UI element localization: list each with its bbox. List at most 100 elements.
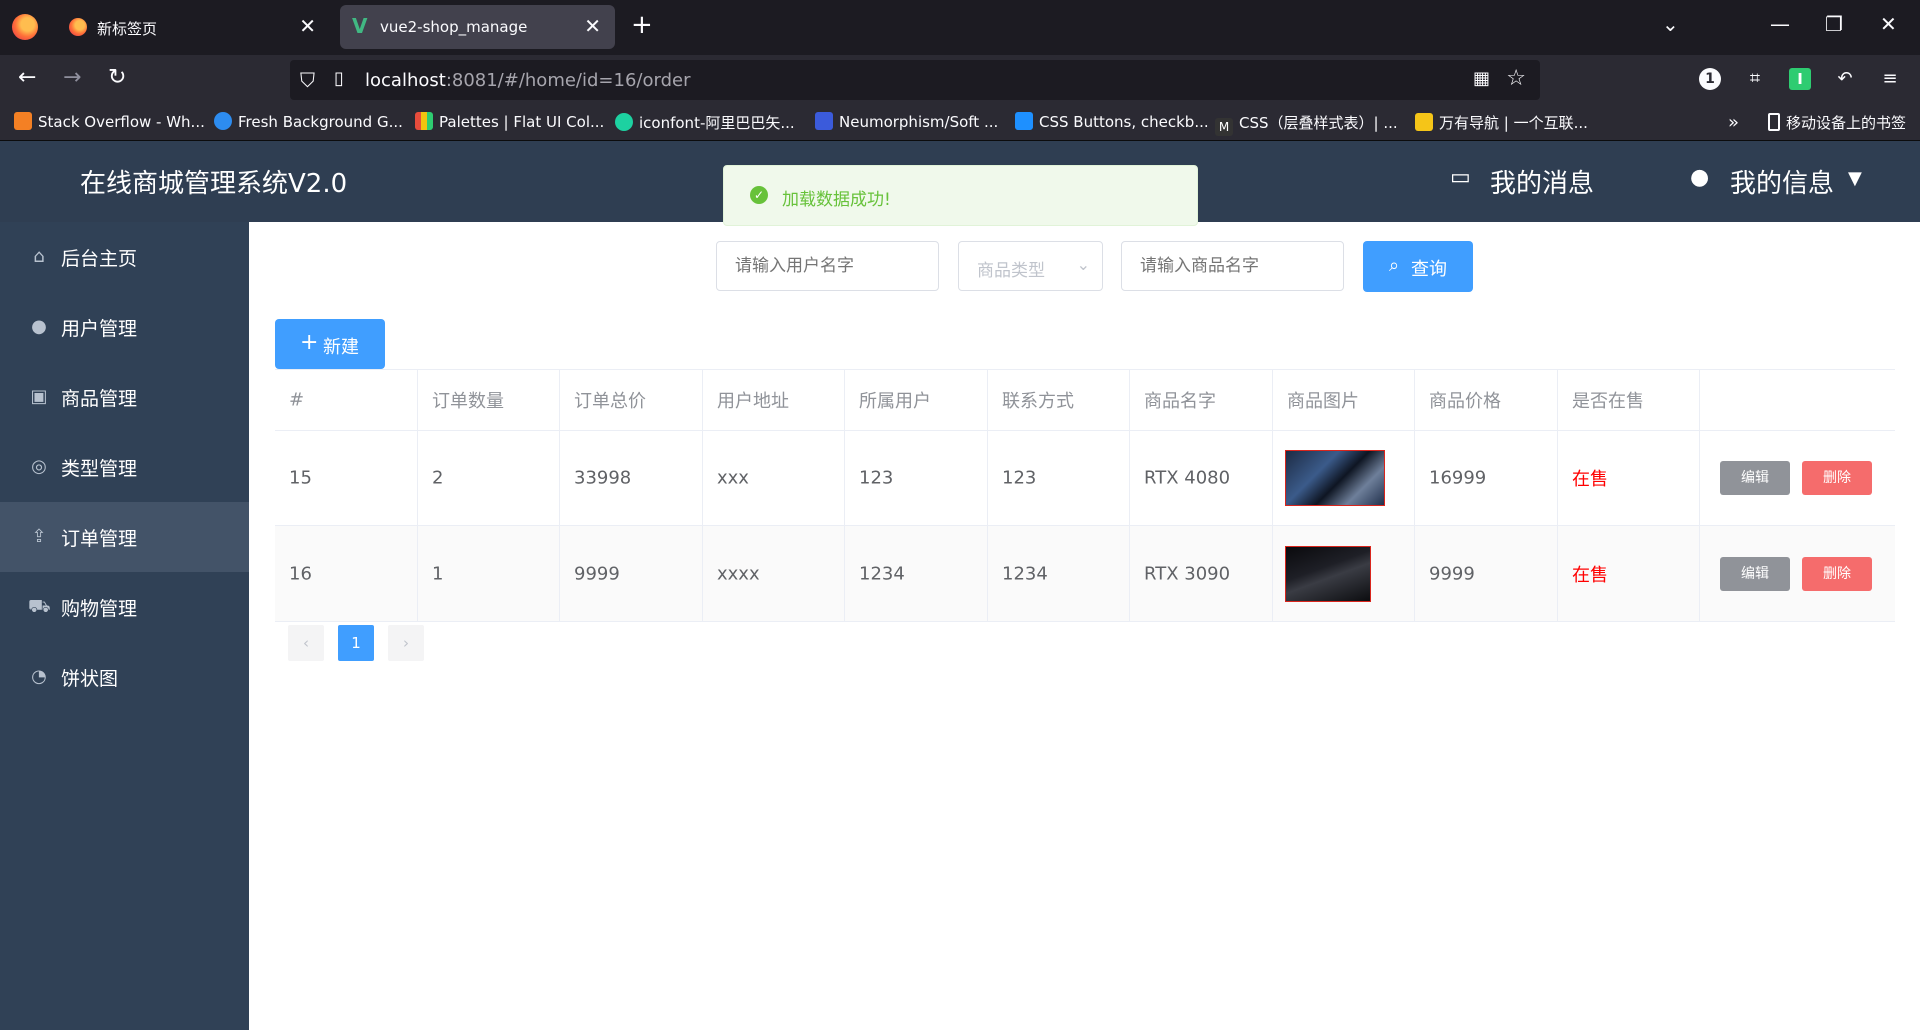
- tab-close-icon[interactable]: ✕: [584, 14, 601, 38]
- main-content: [249, 222, 1920, 1030]
- new-tab-button[interactable]: +: [631, 10, 653, 40]
- cell-text: xxxx: [717, 563, 760, 584]
- header-cell: 商品图片: [1273, 370, 1415, 430]
- cart-icon: ⛟: [28, 596, 51, 617]
- cell-name: RTX 3090: [1130, 526, 1273, 621]
- bookmark-label: CSS Buttons, checkb...: [1039, 113, 1209, 131]
- cell-text: 1: [432, 563, 444, 584]
- search-icon: ⌕: [1389, 255, 1400, 275]
- cell-price: 16999: [1415, 431, 1558, 525]
- sidebar-item-home[interactable]: ⌂ 后台主页: [0, 222, 249, 292]
- sidebar-item-orders[interactable]: ⇪ 订单管理: [0, 502, 249, 572]
- shield-icon[interactable]: ⛉: [300, 68, 315, 92]
- bookmark-item[interactable]: 万有导航 | 一个互联...: [1415, 112, 1588, 134]
- user-icon: ●: [31, 316, 47, 337]
- order-table: # 订单数量 订单总价 用户地址 所属用户 联系方式 商品名字 商品图片 商品价…: [275, 369, 1895, 622]
- edit-button[interactable]: 编辑: [1720, 461, 1790, 495]
- cell-address: xxx: [703, 431, 845, 525]
- cell-text: 16999: [1429, 467, 1487, 489]
- back-arrow-icon[interactable]: ←: [18, 65, 36, 90]
- sidebar-item-goods[interactable]: ▣ 商品管理: [0, 362, 249, 432]
- username-search-input[interactable]: [716, 241, 939, 291]
- cell-name: RTX 4080: [1130, 431, 1273, 525]
- browser-tab-newtab[interactable]: 新标签页 ✕: [57, 5, 330, 49]
- product-image: [1285, 450, 1385, 506]
- plus-icon: +: [300, 330, 319, 355]
- firefox-logo-icon[interactable]: [12, 14, 38, 40]
- nav-site-icon: [1415, 113, 1433, 131]
- crop-icon[interactable]: ⌗: [1744, 68, 1766, 90]
- header-cell: 订单数量: [418, 370, 560, 430]
- menu-icon[interactable]: ≡: [1879, 68, 1901, 90]
- header-label: 商品名字: [1144, 391, 1216, 412]
- goods-type-select[interactable]: 商品类型 ⌄: [958, 241, 1103, 291]
- goods-name-search-input[interactable]: [1121, 241, 1344, 291]
- header-label: 商品图片: [1287, 391, 1359, 412]
- prev-page-button[interactable]: ‹: [288, 625, 324, 661]
- sidebar-item-cart[interactable]: ⛟ 购物管理: [0, 572, 249, 642]
- tab-title: vue2-shop_manage: [380, 18, 528, 36]
- url-text[interactable]: localhost:8081/#/home/id=16/order: [365, 70, 690, 91]
- header-label: 商品价格: [1429, 391, 1501, 412]
- bookmark-item[interactable]: Stack Overflow - Wh...: [14, 112, 205, 134]
- cell-text: 16: [289, 563, 312, 584]
- mobile-bookmarks[interactable]: 移动设备上的书签: [1768, 112, 1906, 134]
- my-info-link[interactable]: 我的信息: [1730, 163, 1834, 200]
- browser-tab-active[interactable]: V vue2-shop_manage ✕: [340, 5, 615, 49]
- sidebar-item-users[interactable]: ● 用户管理: [0, 292, 249, 362]
- bookmarks-overflow-icon[interactable]: »: [1728, 112, 1739, 134]
- forward-arrow-icon[interactable]: →: [63, 65, 81, 90]
- undo-icon[interactable]: ↶: [1834, 68, 1856, 90]
- address-bar[interactable]: ⛉ ▯ localhost:8081/#/home/id=16/order ▦ …: [290, 60, 1540, 100]
- edit-button[interactable]: 编辑: [1720, 556, 1790, 591]
- close-window-icon[interactable]: ✕: [1880, 12, 1897, 36]
- bookmark-item[interactable]: Fresh Background G...: [214, 112, 403, 134]
- sidebar: ⌂ 后台主页 ● 用户管理 ▣ 商品管理 ◎ 类型管理 ⇪ 订单管理 ⛟ 购物管…: [0, 222, 249, 1030]
- message-icon[interactable]: ▭: [1450, 165, 1471, 190]
- password-manager-icon[interactable]: 1: [1699, 68, 1721, 90]
- reload-icon[interactable]: ↻: [108, 65, 126, 90]
- css-buttons-icon: [1015, 112, 1033, 130]
- tab-close-icon[interactable]: ✕: [299, 14, 316, 38]
- extension-icon[interactable]: I: [1789, 68, 1811, 90]
- cell-price: 9999: [1415, 526, 1558, 621]
- bookmark-item[interactable]: Neumorphism/Soft ...: [815, 112, 998, 134]
- status-text: 在售: [1572, 469, 1608, 490]
- cell-text: 1234: [1002, 563, 1048, 584]
- my-messages-link[interactable]: 我的消息: [1490, 163, 1594, 200]
- cell-text: 33998: [574, 467, 632, 489]
- cell-id: 16: [275, 526, 418, 621]
- page-number-current[interactable]: 1: [338, 625, 374, 661]
- bookmarks-bar: Stack Overflow - Wh... Fresh Background …: [0, 105, 1920, 141]
- bookmark-item[interactable]: Palettes | Flat UI Col...: [415, 112, 604, 134]
- user-icon[interactable]: ●: [1690, 165, 1709, 190]
- header-cell: 是否在售: [1558, 370, 1700, 430]
- page-icon[interactable]: ▯: [334, 68, 344, 89]
- minimize-icon[interactable]: —: [1770, 12, 1790, 36]
- bookmark-item[interactable]: CSS Buttons, checkb...: [1015, 112, 1209, 134]
- category-icon: ◎: [31, 456, 47, 477]
- bookmark-item[interactable]: M CSS（层叠样式表）| ...: [1215, 112, 1398, 136]
- cell-text: 1234: [859, 563, 905, 584]
- restore-icon[interactable]: ❐: [1825, 12, 1843, 36]
- new-order-button[interactable]: + 新建: [275, 319, 385, 369]
- table-row: 15 2 33998 xxx 123 123 RTX 4080 16999 在售…: [275, 431, 1895, 526]
- qr-code-icon[interactable]: ▦: [1473, 68, 1490, 89]
- delete-button[interactable]: 删除: [1802, 461, 1872, 495]
- cell-image: [1273, 431, 1415, 525]
- cell-user: 123: [845, 431, 988, 525]
- sidebar-item-pie-chart[interactable]: ◔ 饼状图: [0, 642, 249, 712]
- bookmark-item[interactable]: iconfont-阿里巴巴矢...: [615, 112, 795, 134]
- product-image: [1285, 545, 1371, 602]
- firefox-tab-icon: [69, 18, 87, 36]
- bookmark-star-icon[interactable]: ☆: [1506, 66, 1526, 91]
- next-page-button[interactable]: ›: [388, 625, 424, 661]
- dropdown-caret-icon[interactable]: ▼: [1848, 168, 1862, 189]
- header-label: 订单数量: [432, 391, 504, 412]
- delete-button[interactable]: 删除: [1802, 556, 1872, 591]
- sidebar-item-categories[interactable]: ◎ 类型管理: [0, 432, 249, 502]
- tab-list-chevron-icon[interactable]: ⌄: [1662, 12, 1679, 36]
- url-path: :8081/#/home/id=16/order: [445, 70, 691, 91]
- header-label: 用户地址: [717, 391, 789, 412]
- query-button[interactable]: ⌕ 查询: [1363, 241, 1473, 292]
